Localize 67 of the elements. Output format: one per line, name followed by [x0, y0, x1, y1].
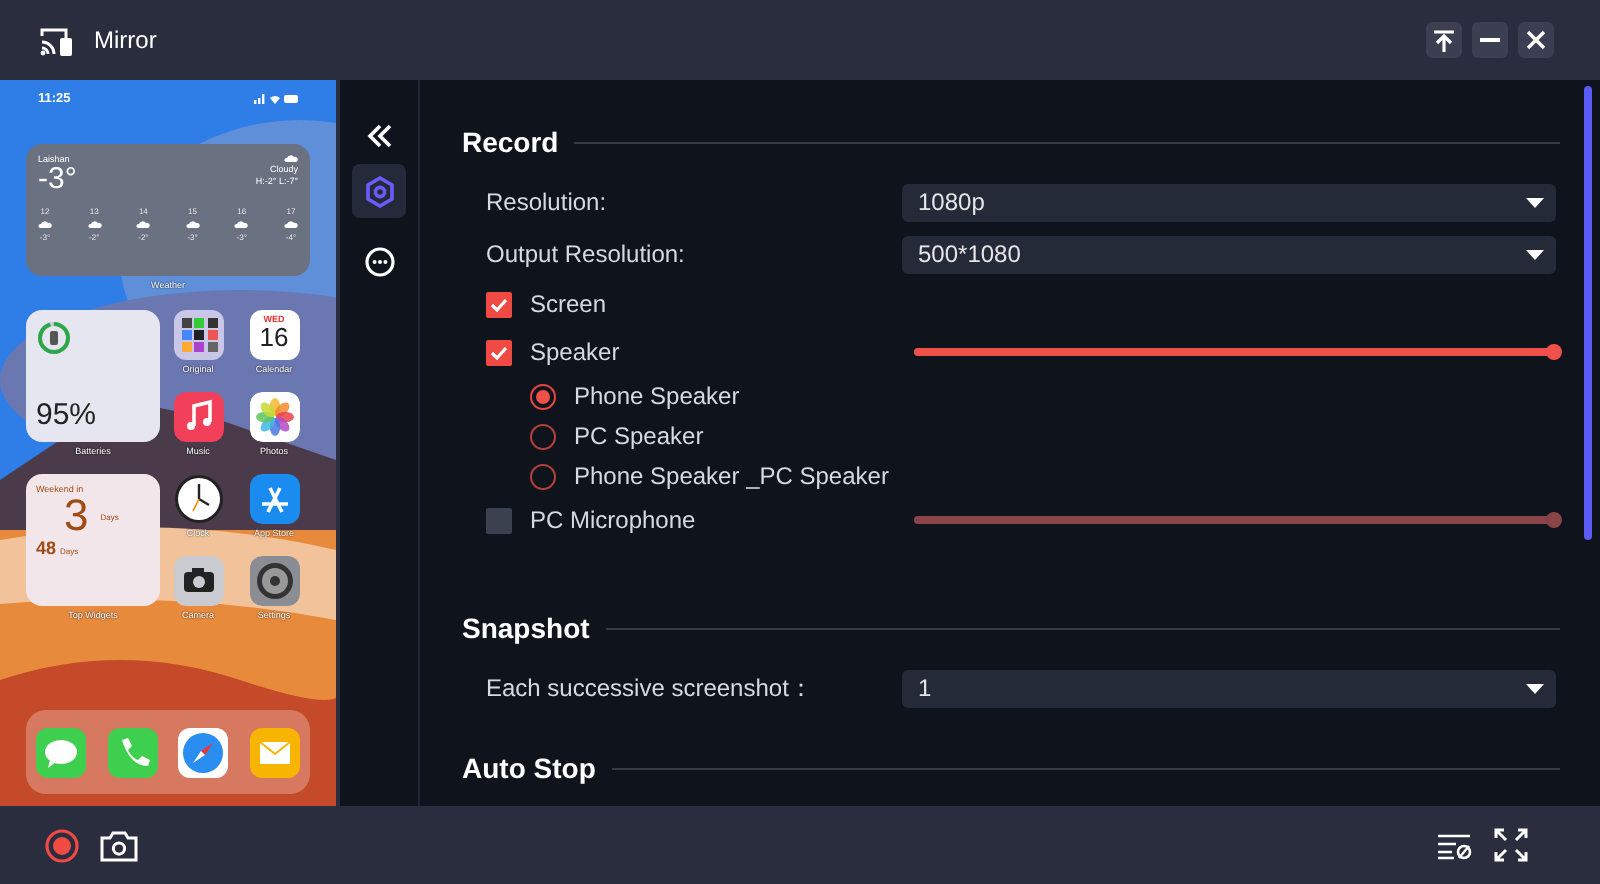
window-title: Mirror	[94, 26, 159, 54]
pin-icon	[1434, 29, 1454, 51]
radio-label: Phone Speaker _PC Speaker	[574, 462, 889, 490]
section-heading: Auto Stop	[462, 752, 596, 784]
scrollbar[interactable]	[1584, 86, 1592, 540]
more-icon	[363, 245, 395, 277]
camera-icon[interactable]	[173, 556, 223, 606]
status-icons	[254, 93, 298, 103]
cloud-icon	[185, 220, 200, 228]
app-folder-icon[interactable]	[173, 310, 223, 360]
chat-bubble-icon[interactable]	[36, 727, 87, 777]
radio-label: PC Speaker	[574, 422, 704, 450]
section-heading: Snapshot	[462, 612, 590, 644]
field-label: Each successive screenshot：	[486, 671, 815, 705]
dropdown[interactable]: 500*1080	[902, 235, 1556, 273]
dropdown[interactable]: 1	[902, 669, 1556, 707]
collapse-icon[interactable]	[365, 124, 393, 148]
cloud-icon	[136, 220, 151, 228]
checkbox-label: Speaker	[530, 338, 620, 366]
app-store-icon[interactable]	[249, 474, 299, 524]
radio-label: Phone Speaker	[574, 382, 740, 410]
cloud-icon	[283, 220, 298, 228]
radio-button[interactable]	[530, 423, 556, 449]
phone-icon[interactable]	[107, 727, 158, 777]
close-icon	[1526, 30, 1546, 50]
list-icon[interactable]	[1438, 831, 1474, 859]
weather-temperature: -3°	[38, 164, 77, 194]
flower-icon[interactable]	[249, 392, 299, 442]
radio-button[interactable]	[530, 463, 556, 489]
cloud-icon	[284, 154, 298, 162]
check-icon	[490, 297, 508, 311]
caret-icon	[1526, 249, 1544, 259]
caret-icon	[1526, 683, 1544, 693]
checkbox[interactable]	[486, 339, 512, 365]
settings-tab[interactable]	[352, 164, 406, 218]
checkbox[interactable]	[486, 507, 512, 533]
cloud-icon	[234, 220, 249, 228]
countdown-number: 3	[64, 494, 89, 538]
record-icon[interactable]	[44, 827, 80, 863]
check-icon	[490, 345, 508, 359]
battery-ring-icon	[36, 320, 72, 356]
close-button[interactable]	[1518, 22, 1554, 58]
cloud-icon	[87, 220, 102, 228]
battery-percent: 95%	[36, 398, 99, 432]
minimize-icon	[1480, 38, 1500, 42]
radio-button[interactable]	[530, 383, 556, 409]
minimize-button[interactable]	[1472, 22, 1508, 58]
caret-icon	[1526, 197, 1544, 207]
camera-icon[interactable]	[100, 829, 138, 861]
pin-button[interactable]	[1426, 22, 1462, 58]
field-label: Output Resolution:	[486, 240, 687, 268]
checkbox-label: Screen	[530, 290, 607, 318]
field-label: Resolution:	[486, 188, 609, 216]
cloud-icon	[38, 220, 52, 228]
battery-widget[interactable]: 95%	[26, 310, 160, 442]
section-heading: Record	[462, 126, 559, 158]
countdown-count: 48	[36, 538, 57, 558]
checkbox-label: PC Microphone	[530, 506, 696, 534]
music-icon[interactable]	[173, 392, 223, 442]
settings-icon	[363, 175, 395, 207]
clock-icon[interactable]	[173, 474, 223, 524]
compass-icon[interactable]	[178, 727, 229, 777]
fullscreen-icon[interactable]	[1494, 828, 1528, 862]
dropdown[interactable]: 1080p	[902, 183, 1556, 221]
cast-icon	[40, 25, 74, 55]
envelope-icon[interactable]	[249, 727, 300, 777]
checkbox[interactable]	[486, 291, 512, 317]
